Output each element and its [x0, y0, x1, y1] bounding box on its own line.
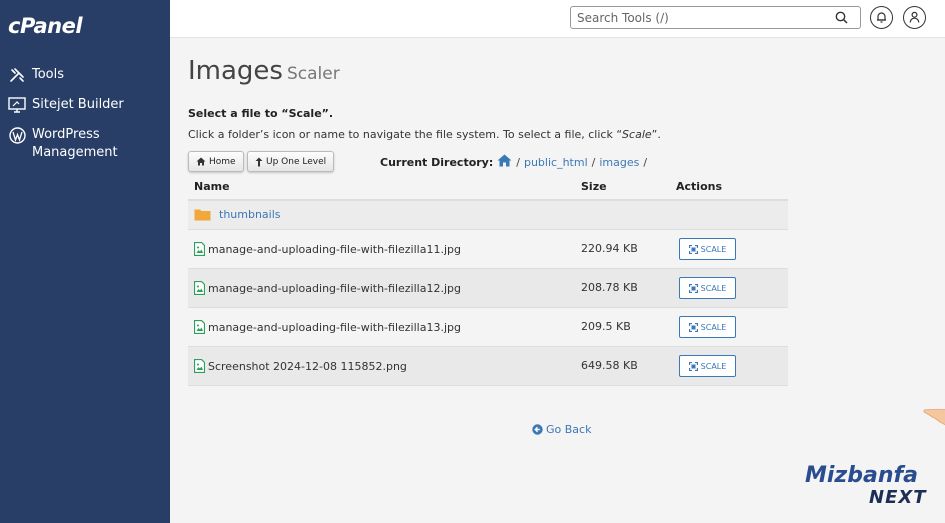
user-menu-button[interactable]: [903, 6, 926, 29]
search-icon[interactable]: [831, 8, 851, 28]
up-one-level-label: Up One Level: [266, 156, 327, 167]
tools-icon: [8, 66, 26, 84]
scale-button[interactable]: SCALE: [679, 355, 736, 377]
folder-row[interactable]: thumbnails: [188, 201, 788, 230]
notifications-button[interactable]: [870, 6, 893, 29]
cpanel-logo[interactable]: cPanel: [8, 14, 83, 38]
column-header-actions: Actions: [676, 180, 722, 193]
arrow-left-circle-icon: [532, 424, 543, 435]
search-input[interactable]: [571, 10, 831, 25]
instruction-prefix: Click a folder’s icon or name to navigat…: [188, 128, 623, 141]
table-header: Name Size Actions: [188, 175, 788, 201]
scale-button[interactable]: SCALE: [679, 277, 736, 299]
table-row: manage-and-uploading-file-with-filezilla…: [188, 308, 788, 347]
file-size: 220.94 KB: [581, 242, 638, 255]
file-name: manage-and-uploading-file-with-filezilla…: [208, 320, 461, 334]
up-one-level-button[interactable]: Up One Level: [247, 151, 335, 172]
file-table: Name Size Actions thumbnails manage-and-…: [188, 175, 788, 386]
home-button-label: Home: [209, 156, 236, 167]
file-size: 209.5 KB: [581, 320, 631, 333]
path-separator: /: [591, 155, 596, 169]
folder-name-cell: thumbnails: [194, 208, 281, 221]
go-back-link[interactable]: Go Back: [532, 423, 591, 436]
user-icon: [909, 8, 920, 27]
home-directory-icon[interactable]: [497, 154, 512, 170]
current-directory: Current Directory: / public_html / image…: [380, 154, 651, 170]
file-name-cell: manage-and-uploading-file-with-filezilla…: [194, 281, 461, 295]
go-back-label: Go Back: [546, 423, 592, 436]
mizbanfa-watermark: Mizbanfa NEXT: [805, 463, 940, 511]
scale-icon: [688, 361, 698, 371]
current-directory-label: Current Directory:: [380, 155, 494, 169]
file-name: Screenshot 2024-12-08 115852.png: [208, 359, 407, 373]
monitor-icon: [8, 96, 26, 114]
instruction-suffix: ”.: [651, 128, 661, 141]
table-row: Screenshot 2024-12-08 115852.png 649.58 …: [188, 347, 788, 386]
scale-icon: [688, 322, 698, 332]
table-row: manage-and-uploading-file-with-filezilla…: [188, 269, 788, 308]
home-icon: [196, 157, 206, 166]
file-size: 649.58 KB: [581, 359, 638, 372]
scale-icon: [688, 283, 698, 293]
sidebar-item-sitejet[interactable]: Sitejet Builder: [8, 96, 152, 114]
folder-link[interactable]: thumbnails: [219, 208, 281, 221]
path-separator: /: [643, 155, 648, 169]
file-name: manage-and-uploading-file-with-filezilla…: [208, 242, 461, 256]
sidebar-item-label: Tools: [32, 67, 65, 82]
column-header-name[interactable]: Name: [194, 180, 230, 193]
page-title: Images Scaler: [188, 56, 340, 86]
pointing-hand-icon: [922, 400, 945, 434]
file-name-cell: manage-and-uploading-file-with-filezilla…: [194, 320, 461, 334]
file-name: manage-and-uploading-file-with-filezilla…: [208, 281, 461, 295]
scale-button-label: SCALE: [700, 361, 727, 371]
watermark-line2: NEXT: [869, 487, 927, 508]
page-title-text: Images: [188, 56, 283, 86]
sidebar-item-label: Sitejet Builder: [32, 97, 124, 112]
sidebar-item-tools[interactable]: Tools: [8, 66, 152, 84]
column-header-size[interactable]: Size: [581, 180, 607, 193]
file-name-cell: Screenshot 2024-12-08 115852.png: [194, 359, 407, 373]
scale-button[interactable]: SCALE: [679, 316, 736, 338]
breadcrumb-images[interactable]: images: [599, 156, 639, 169]
file-name-cell: manage-and-uploading-file-with-filezilla…: [194, 242, 461, 256]
sidebar-item-label: WordPress Management: [32, 127, 118, 160]
path-separator: /: [516, 155, 520, 169]
sidebar: cPanel Tools Sitejet Builder WordPress M…: [0, 0, 170, 523]
home-button[interactable]: Home: [188, 151, 244, 172]
instruction-text: Click a folder’s icon or name to navigat…: [188, 128, 661, 141]
folder-icon[interactable]: [194, 208, 211, 221]
image-file-icon: [194, 281, 205, 295]
scale-button-label: SCALE: [700, 244, 727, 254]
scale-icon: [688, 244, 698, 254]
main-content: Images Scaler Select a file to “Scale”. C…: [170, 39, 945, 523]
image-file-icon: [194, 320, 205, 334]
image-file-icon: [194, 359, 205, 373]
watermark-line1: Mizbanfa: [805, 463, 918, 488]
wordpress-icon: [8, 126, 26, 144]
scale-button[interactable]: SCALE: [679, 238, 736, 260]
instruction-heading: Select a file to “Scale”.: [188, 107, 334, 120]
level-up-icon: [255, 157, 263, 167]
instruction-emphasis: Scale: [622, 128, 652, 141]
table-row: manage-and-uploading-file-with-filezilla…: [188, 230, 788, 269]
breadcrumb-public-html[interactable]: public_html: [524, 156, 588, 169]
scale-button-label: SCALE: [700, 322, 727, 332]
search-box[interactable]: [570, 6, 861, 29]
image-file-icon: [194, 242, 205, 256]
file-size: 208.78 KB: [581, 281, 638, 294]
page-subtitle: Scaler: [286, 64, 340, 84]
sidebar-item-wordpress[interactable]: WordPress Management: [8, 126, 152, 162]
bell-icon: [876, 8, 887, 27]
top-bar: [170, 0, 945, 38]
scale-button-label: SCALE: [700, 283, 727, 293]
